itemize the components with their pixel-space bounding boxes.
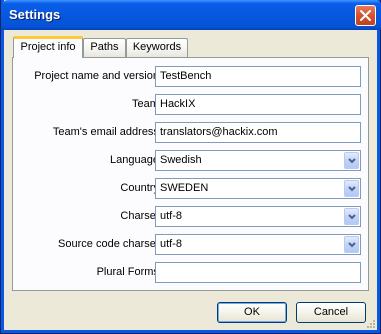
plural-forms-input[interactable] (155, 262, 361, 283)
source-charset-dropdown-button[interactable] (344, 236, 359, 253)
language-select[interactable]: Swedish (155, 150, 361, 171)
team-email-input[interactable]: translators@hackix.com (155, 122, 361, 143)
country-dropdown-button[interactable] (344, 180, 359, 197)
project-name-input[interactable]: TestBench (155, 66, 361, 87)
team-email-label: Team's email address: (52, 126, 162, 138)
charset-value: utf-8 (160, 210, 183, 222)
country-row: Country: SWEDEN (13, 178, 370, 200)
chevron-down-icon (348, 158, 356, 164)
charset-dropdown-button[interactable] (344, 208, 359, 225)
team-email-row: Team's email address: translators@hackix… (13, 122, 370, 144)
country-select[interactable]: SWEDEN (155, 178, 361, 199)
chevron-down-icon (348, 214, 356, 220)
settings-dialog: Settings Project info Paths Keywords Pro… (0, 0, 381, 334)
language-value: Swedish (160, 154, 202, 166)
team-input[interactable]: HackIX (155, 94, 361, 115)
title-bar[interactable]: Settings (1, 0, 381, 30)
cancel-button[interactable]: Cancel (296, 302, 366, 323)
team-row: Team: HackIX (13, 94, 370, 116)
project-name-row: Project name and version: TestBench (13, 66, 370, 88)
ok-button[interactable]: OK (217, 302, 287, 323)
language-dropdown-button[interactable] (344, 152, 359, 169)
resize-grip-icon[interactable] (365, 318, 376, 329)
project-info-panel: Project name and version: TestBench Team… (12, 57, 369, 291)
charset-row: Charset: utf-8 (13, 206, 370, 228)
close-button[interactable] (355, 5, 376, 26)
project-name-label: Project name and version: (34, 70, 162, 82)
source-charset-label: Source code charset: (58, 238, 162, 250)
window-title: Settings (9, 7, 61, 22)
tab-paths[interactable]: Paths (83, 38, 126, 57)
source-charset-row: Source code charset: utf-8 (13, 234, 370, 256)
source-charset-value: utf-8 (160, 238, 183, 250)
tab-label: Keywords (132, 41, 182, 53)
tab-label: Paths (90, 41, 119, 53)
source-charset-select[interactable]: utf-8 (155, 234, 361, 255)
language-row: Language: Swedish (13, 150, 370, 172)
charset-select[interactable]: utf-8 (155, 206, 361, 227)
chevron-down-icon (348, 242, 356, 248)
country-value: SWEDEN (160, 182, 209, 194)
close-icon (360, 10, 371, 21)
tab-keywords[interactable]: Keywords (126, 38, 188, 57)
plural-forms-label: Plural Forms: (96, 266, 162, 278)
chevron-down-icon (348, 186, 356, 192)
tab-project-info[interactable]: Project info (13, 36, 83, 60)
tab-label: Project info (20, 41, 76, 53)
plural-forms-row: Plural Forms: (13, 262, 370, 284)
